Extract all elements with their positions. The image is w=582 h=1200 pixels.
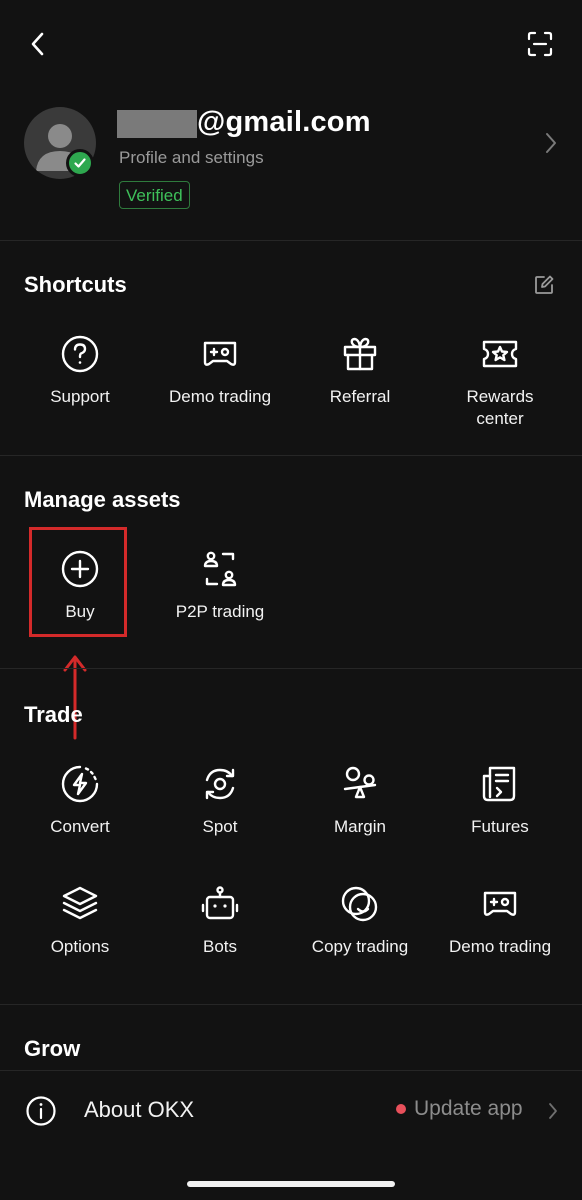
trade-label: Margin	[334, 817, 386, 836]
scan-icon	[526, 30, 554, 58]
shortcut-label: Rewards center	[466, 387, 534, 428]
trade-label: Futures	[471, 817, 529, 836]
shortcut-label: Support	[50, 387, 110, 406]
verified-check-icon	[66, 149, 94, 177]
divider	[0, 1004, 582, 1005]
chevron-right-icon	[544, 131, 558, 155]
profile-email: @gmail.com	[197, 106, 371, 138]
trade-spot[interactable]: Spot	[150, 762, 290, 838]
robot-icon	[198, 882, 242, 926]
trade-demo-trading[interactable]: Demo trading	[430, 882, 570, 958]
spot-icon	[198, 762, 242, 806]
chevron-right-icon	[548, 1102, 558, 1120]
shortcut-rewards-center[interactable]: Rewards center	[430, 332, 570, 430]
layers-icon	[58, 882, 102, 926]
divider	[0, 668, 582, 669]
futures-icon	[478, 762, 522, 806]
shortcut-label: Demo trading	[168, 387, 272, 406]
gamepad-icon	[198, 332, 242, 376]
gift-icon	[338, 332, 382, 376]
info-icon	[25, 1095, 57, 1127]
trade-label: Options	[50, 937, 110, 956]
trade-margin[interactable]: Margin	[290, 762, 430, 838]
margin-icon	[338, 762, 382, 806]
shortcuts-title: Shortcuts	[24, 272, 127, 297]
shortcut-referral[interactable]: Referral	[290, 332, 430, 408]
trade-convert[interactable]: Convert	[10, 762, 150, 838]
copy-trading-icon	[338, 882, 382, 926]
scan-button[interactable]	[522, 26, 558, 62]
trade-label: Copy trading	[311, 937, 409, 956]
edit-icon	[533, 274, 555, 296]
trade-title: Trade	[24, 702, 83, 727]
trade-label: Demo trading	[448, 937, 552, 956]
shortcut-support[interactable]: Support	[10, 332, 150, 408]
grow-title: Grow	[24, 1036, 81, 1061]
trade-copy-trading[interactable]: Copy trading	[290, 882, 430, 958]
shortcut-demo-trading[interactable]: Demo trading	[150, 332, 290, 408]
manage-assets-title: Manage assets	[24, 487, 181, 512]
help-circle-icon	[58, 332, 102, 376]
home-indicator	[187, 1181, 395, 1187]
verified-badge: Verified	[119, 181, 190, 209]
p2p-icon	[198, 547, 242, 591]
ticket-star-icon	[478, 332, 522, 376]
highlight-box	[29, 527, 127, 637]
shortcut-label: Referral	[329, 387, 391, 406]
update-indicator-dot	[396, 1104, 406, 1114]
convert-icon	[58, 762, 102, 806]
gamepad-icon	[478, 882, 522, 926]
divider	[0, 455, 582, 456]
asset-p2p-trading[interactable]: P2P trading	[150, 547, 290, 623]
email-redaction	[117, 110, 197, 138]
trade-label: Bots	[202, 937, 238, 956]
chevron-left-icon	[28, 30, 48, 58]
trade-futures[interactable]: Futures	[430, 762, 570, 838]
update-app-label: Update app	[414, 1097, 523, 1120]
trade-options[interactable]: Options	[10, 882, 150, 958]
about-okx-label: About OKX	[84, 1097, 195, 1122]
back-button[interactable]	[20, 26, 56, 62]
divider	[0, 1070, 582, 1071]
annotation-arrow	[62, 652, 88, 742]
divider	[0, 240, 582, 241]
trade-label: Convert	[50, 817, 110, 836]
asset-label: P2P trading	[175, 602, 265, 621]
trade-label: Spot	[202, 817, 238, 836]
profile-subtitle: Profile and settings	[119, 148, 264, 167]
edit-shortcuts-button[interactable]	[530, 271, 558, 299]
trade-bots[interactable]: Bots	[150, 882, 290, 958]
